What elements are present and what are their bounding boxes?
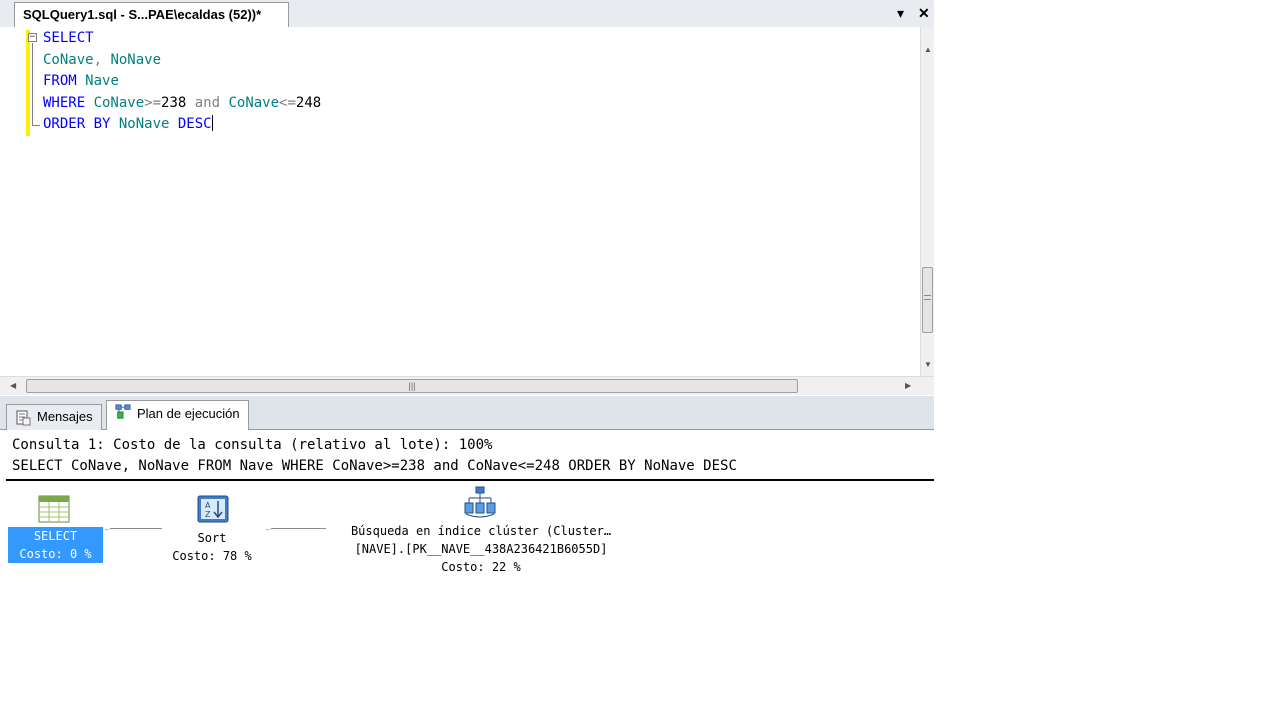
code-token: <=	[279, 94, 296, 111]
code-token: Nave	[85, 73, 119, 89]
change-tracking-bar	[26, 30, 30, 136]
fold-guide-line	[32, 43, 33, 125]
connector-sort-seek	[271, 528, 326, 529]
code-token: WHERE	[43, 94, 94, 111]
plan-header: Consulta 1: Costo de la consulta (relati…	[12, 435, 737, 477]
query-editor[interactable]: − SELECT CoNave, NoNave FROM Nave WHERE CoN…	[0, 27, 920, 376]
clustered-index-seek-icon[interactable]	[463, 486, 497, 518]
code-line[interactable]: SELECT	[43, 28, 321, 50]
code-line[interactable]: FROM Nave	[43, 71, 321, 93]
code-line[interactable]: WHERE CoNave>=238 and CoNave<=248	[43, 93, 321, 115]
code-token: SELECT	[43, 30, 94, 46]
node-seek-name: Búsqueda en índice clúster (Cluster…	[350, 524, 612, 538]
code-token: CoNave	[93, 94, 145, 111]
node-sort-name: Sort	[197, 531, 227, 545]
code-token: DESC	[177, 116, 212, 132]
scroll-right-icon[interactable]: ▶	[905, 381, 911, 390]
vertical-scroll-thumb[interactable]	[922, 267, 933, 333]
code-token: >=	[144, 94, 162, 111]
query-cost-line: Consulta 1: Costo de la consulta (relati…	[12, 437, 493, 453]
sort-icon[interactable]: A Z	[197, 495, 229, 523]
code-line[interactable]: ORDER BY NoNave DESC	[43, 114, 321, 136]
sql-editor-window: SQLQuery1.sql - S...PAE\ecaldas (52))* ▾…	[0, 0, 934, 720]
code-token: 238	[161, 94, 187, 111]
messages-icon	[16, 410, 31, 426]
execution-plan-panel: Consulta 1: Costo de la consulta (relati…	[0, 431, 934, 720]
svg-text:Z: Z	[205, 510, 211, 519]
select-result-icon[interactable]	[38, 495, 70, 523]
text-caret	[211, 115, 213, 131]
node-seek-detail: [NAVE].[PK__NAVE__438A236421B6055D]	[354, 542, 608, 556]
code-token: ORDER BY	[43, 116, 119, 132]
code-line[interactable]: CoNave, NoNave	[43, 50, 321, 72]
editor-gutter	[0, 27, 24, 376]
code-token: ,	[93, 51, 111, 68]
node-select-cost: Costo: 0 %	[19, 547, 92, 561]
execution-plan-icon	[115, 404, 131, 419]
results-tab-strip: Mensajes Plan de ejecución	[0, 396, 934, 430]
node-seek-cost: Costo: 22 %	[441, 560, 521, 574]
code-token: FROM	[43, 73, 86, 89]
collapse-region-icon[interactable]: −	[28, 33, 37, 42]
scroll-left-icon[interactable]: ◀	[10, 381, 16, 390]
plan-header-separator	[6, 479, 934, 481]
document-tab-strip: SQLQuery1.sql - S...PAE\ecaldas (52))* ▾…	[0, 0, 934, 28]
node-select-name: SELECT	[33, 529, 78, 543]
query-text-line: SELECT CoNave, NoNave FROM Nave WHERE Co…	[12, 458, 737, 474]
tab-execution-plan[interactable]: Plan de ejecución	[106, 400, 249, 430]
tab-execution-plan-label: Plan de ejecución	[137, 406, 240, 421]
tab-messages-label: Mensajes	[37, 409, 93, 424]
node-sort-cost: Costo: 78 %	[172, 549, 252, 563]
scroll-down-icon[interactable]: ▼	[924, 360, 932, 369]
connector-select-sort	[110, 528, 162, 529]
tab-messages[interactable]: Mensajes	[6, 404, 102, 430]
code-token: NoNave	[118, 116, 178, 132]
code-token: CoNave	[43, 51, 94, 68]
close-tab-icon[interactable]: ✕	[918, 5, 930, 21]
fold-guide-end	[32, 125, 40, 126]
scroll-up-icon[interactable]: ▲	[924, 45, 932, 54]
sql-code[interactable]: SELECT CoNave, NoNave FROM Nave WHERE CoNav…	[43, 28, 321, 136]
code-token: 248	[295, 94, 322, 111]
tab-list-dropdown-icon[interactable]: ▾	[897, 5, 904, 21]
code-token: NoNave	[110, 51, 162, 68]
svg-text:A: A	[205, 501, 211, 510]
horizontal-scrollbar[interactable]: ◀ ||| ▶	[0, 376, 934, 395]
code-token: CoNave	[228, 94, 280, 111]
document-tab-title: SQLQuery1.sql - S...PAE\ecaldas (52))*	[23, 7, 262, 22]
document-tab[interactable]: SQLQuery1.sql - S...PAE\ecaldas (52))*	[14, 2, 289, 27]
plan-node-sort[interactable]: Sort Costo: 78 %	[162, 529, 262, 565]
code-token: and	[186, 94, 229, 111]
vertical-scrollbar[interactable]: ▲ ▼	[920, 27, 934, 376]
horizontal-scroll-thumb[interactable]: |||	[26, 379, 798, 393]
plan-node-clustered-index-seek[interactable]: Búsqueda en índice clúster (Cluster… [NA…	[322, 522, 640, 576]
plan-node-select[interactable]: SELECT Costo: 0 %	[8, 527, 103, 563]
